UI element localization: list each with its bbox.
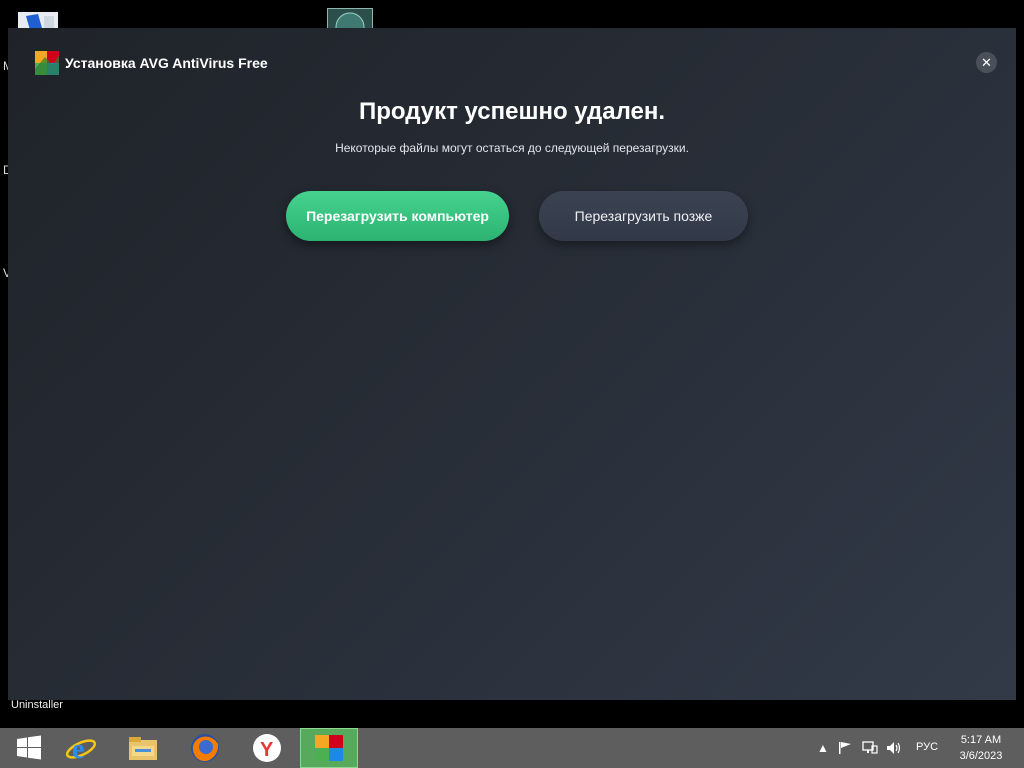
dialog-title: Установка AVG AntiVirus Free xyxy=(65,55,268,71)
show-hidden-icons-icon[interactable]: ▲ xyxy=(815,740,831,756)
clock-date[interactable]: 3/6/2023 xyxy=(955,750,1007,762)
svg-text:Y: Y xyxy=(260,739,274,761)
network-icon[interactable] xyxy=(862,740,878,756)
restart-now-button[interactable]: Перезагрузить компьютер xyxy=(286,191,509,241)
recycle-bin-icon[interactable] xyxy=(327,8,373,42)
subtext: Некоторые файлы могут остаться до следую… xyxy=(335,141,689,155)
start-icon[interactable] xyxy=(0,728,58,768)
avg-icon[interactable] xyxy=(300,728,358,768)
file-explorer-icon[interactable] xyxy=(114,728,172,768)
internet-explorer-icon[interactable]: e xyxy=(52,728,110,768)
avg-logo-icon xyxy=(35,51,59,75)
volume-icon[interactable] xyxy=(886,740,902,756)
close-icon[interactable]: ✕ xyxy=(976,52,997,73)
headline: Продукт успешно удален. xyxy=(358,98,666,125)
taskbar: e Y ▲ РУС 5:17 AM 3/6/2023 xyxy=(0,728,1024,768)
avg-installer-dialog: Установка AVG AntiVirus Free ✕ Продукт у… xyxy=(8,28,1016,700)
restart-later-button[interactable]: Перезагрузить позже xyxy=(539,191,748,241)
language-indicator[interactable]: РУС xyxy=(916,741,938,753)
svg-text:e: e xyxy=(72,734,84,764)
firefox-icon[interactable] xyxy=(176,728,234,768)
desktop-icon-label-uninstaller[interactable]: Uninstaller xyxy=(11,699,63,711)
clock-time[interactable]: 5:17 AM xyxy=(957,734,1005,746)
action-center-flag-icon[interactable] xyxy=(837,740,853,756)
yandex-browser-icon[interactable]: Y xyxy=(238,728,296,768)
